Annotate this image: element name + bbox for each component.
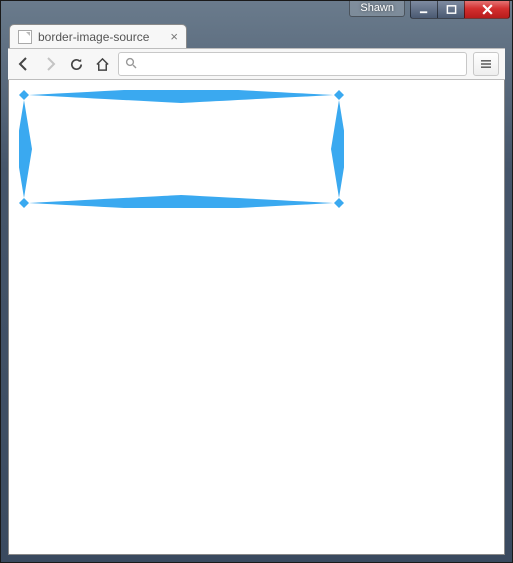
tab-title: border-image-source [38, 30, 164, 44]
reload-icon [69, 57, 84, 72]
file-icon [18, 30, 32, 44]
window-titlebar: Shawn [1, 1, 512, 21]
maximize-button[interactable] [437, 1, 465, 19]
menu-button[interactable] [473, 52, 499, 76]
browser-toolbar [8, 48, 505, 80]
window-close-button[interactable] [464, 1, 510, 19]
browser-window: Shawn border-image-source × [0, 0, 513, 563]
border-image-demo [19, 90, 344, 208]
minimize-button[interactable] [410, 1, 438, 19]
browser-tab[interactable]: border-image-source × [9, 24, 187, 48]
forward-button[interactable] [40, 54, 60, 74]
home-icon [95, 57, 110, 72]
user-badge[interactable]: Shawn [349, 1, 405, 17]
tab-close-icon[interactable]: × [170, 30, 178, 43]
arrow-right-icon [42, 56, 58, 72]
reload-button[interactable] [66, 54, 86, 74]
hamburger-icon [479, 57, 493, 71]
arrow-left-icon [16, 56, 32, 72]
address-bar[interactable] [118, 52, 467, 76]
page-viewport [8, 80, 505, 555]
home-button[interactable] [92, 54, 112, 74]
back-button[interactable] [14, 54, 34, 74]
address-input[interactable] [143, 57, 460, 72]
search-icon [125, 57, 137, 72]
tab-strip: border-image-source × [1, 21, 512, 48]
